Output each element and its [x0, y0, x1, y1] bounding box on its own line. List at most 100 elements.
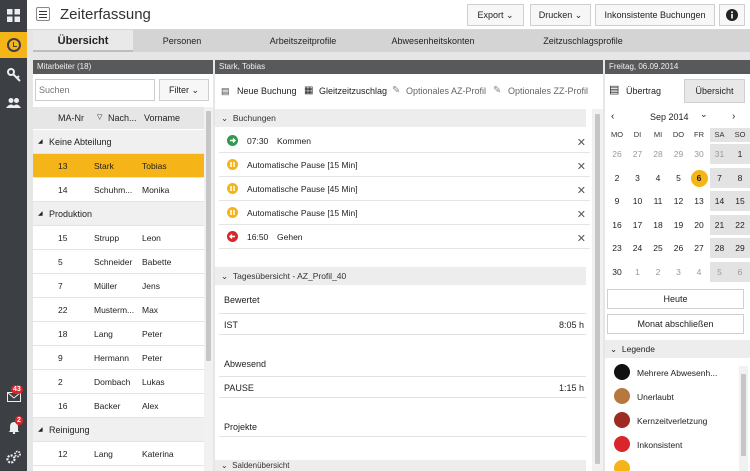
day-cell[interactable]: 24 [628, 238, 648, 258]
day-cell[interactable]: 10 [628, 191, 648, 211]
collapse-icon[interactable]: ◢ [38, 138, 43, 145]
day-cell[interactable]: 2 [648, 262, 668, 282]
optional-zz-profile-button[interactable]: Optionales ZZ-Profil [508, 86, 588, 96]
info-button[interactable] [719, 4, 745, 26]
day-cell[interactable]: 16 [607, 215, 627, 235]
booking-scrollbar[interactable] [592, 109, 603, 471]
tab-uebersicht[interactable]: Übersicht [33, 30, 133, 52]
day-cell[interactable]: 29 [669, 144, 689, 164]
bookings-section[interactable]: ⌄ Buchungen [215, 109, 586, 127]
employee-scrollbar[interactable] [204, 107, 213, 471]
day-cell[interactable]: 8 [730, 167, 750, 188]
day-summary-section[interactable]: ⌄ Tagesübersicht - AZ_Profil_40 [215, 267, 586, 285]
gears-icon[interactable] [0, 444, 27, 470]
delete-icon[interactable]: ✕ [577, 208, 586, 221]
day-cell[interactable]: 15 [730, 191, 750, 211]
day-cell[interactable]: 3 [628, 168, 648, 188]
day-cell[interactable]: 27 [689, 238, 709, 258]
legend-section[interactable]: ⌄ Legende [605, 340, 750, 358]
delete-icon[interactable]: ✕ [577, 160, 586, 173]
day-cell[interactable]: 7 [709, 167, 730, 188]
close-month-button[interactable]: Monat abschließen [607, 314, 744, 334]
search-input[interactable] [35, 79, 155, 101]
employee-row[interactable]: 13 Stark Tobias [33, 154, 204, 178]
tab-personen[interactable]: Personen [148, 30, 216, 52]
employee-row[interactable]: 15 Strupp Leon [33, 226, 204, 250]
day-cell[interactable]: 13 [689, 191, 709, 211]
optional-az-profile-button[interactable]: Optionales AZ-Profil [406, 86, 486, 96]
day-cell[interactable]: 20 [689, 215, 709, 235]
day-cell[interactable]: 5 [709, 261, 730, 282]
scroll-thumb[interactable] [206, 111, 211, 361]
day-cell[interactable]: 17 [628, 215, 648, 235]
day-cell[interactable]: 26 [607, 144, 627, 164]
next-month-icon[interactable]: › [732, 111, 735, 122]
chevron-down-icon[interactable]: ⌄ [700, 109, 708, 120]
export-button[interactable]: Export ⌄ [467, 4, 524, 26]
delete-icon[interactable]: ✕ [577, 184, 586, 197]
day-cell[interactable]: 31 [709, 144, 730, 164]
legend-scrollbar[interactable] [739, 366, 748, 471]
day-cell[interactable]: 2 [607, 168, 627, 188]
day-cell[interactable]: 11 [648, 191, 668, 211]
day-cell[interactable]: 4 [689, 262, 709, 282]
scroll-thumb[interactable] [741, 374, 746, 456]
scroll-thumb[interactable] [595, 114, 600, 464]
saldo-section[interactable]: ⌄ Saldenübersicht [215, 460, 586, 471]
day-cell[interactable]: 12 [669, 191, 689, 211]
employee-row[interactable]: 16 Backer Alex [33, 394, 204, 418]
collapse-icon[interactable]: ◢ [38, 210, 43, 217]
new-booking-button[interactable]: Neue Buchung [237, 86, 297, 96]
day-cell[interactable]: 18 [648, 215, 668, 235]
mail-icon[interactable]: 43 [0, 384, 27, 410]
menu-icon[interactable] [36, 7, 50, 21]
group-row[interactable]: ◢ Reinigung [33, 418, 204, 442]
day-cell[interactable]: 21 [709, 214, 730, 235]
group-row[interactable]: ◢ Keine Abteilung [33, 130, 204, 154]
print-button[interactable]: Drucken ⌄ [530, 4, 591, 26]
employee-row[interactable]: 22 Musterm... Max [33, 298, 204, 322]
collapse-icon[interactable]: ◢ [38, 426, 43, 433]
day-cell[interactable]: 9 [607, 191, 627, 211]
group-row[interactable]: ◢ Produktion [33, 202, 204, 226]
day-cell[interactable]: 29 [730, 238, 750, 258]
clock-icon[interactable] [0, 32, 27, 58]
employee-row[interactable]: 12 Lang Katerina [33, 442, 204, 466]
employee-row[interactable]: 2 Dombach Lukas [33, 370, 204, 394]
inconsistent-bookings-button[interactable]: Inkonsistente Buchungen [595, 4, 715, 26]
flex-time-button[interactable]: Gleitzeitzuschlag [319, 86, 387, 96]
prev-month-icon[interactable]: ‹ [611, 111, 614, 122]
bell-icon[interactable]: 2 [0, 414, 27, 440]
col-vorname[interactable]: Vorname [144, 113, 180, 123]
users-icon[interactable] [0, 90, 27, 116]
day-cell[interactable]: 4 [648, 168, 668, 188]
day-cell[interactable]: 23 [607, 238, 627, 258]
employee-row[interactable]: 7 Müller Jens [33, 274, 204, 298]
col-name[interactable]: Nach... [108, 113, 137, 123]
employee-row[interactable]: 5 Schneider Babette [33, 250, 204, 274]
booking-row[interactable]: Automatische Pause [45 Min] ✕ [219, 177, 590, 201]
today-button[interactable]: Heute [607, 289, 744, 309]
employee-row[interactable]: 9 Hermann Peter [33, 346, 204, 370]
day-cell[interactable]: 26 [669, 238, 689, 258]
filter-button[interactable]: Filter ⌄ [159, 79, 209, 101]
col-nr[interactable]: MA-Nr [58, 113, 84, 123]
tab-arbeitszeitprofile[interactable]: Arbeitszeitprofile [253, 30, 353, 52]
day-cell[interactable]: 19 [669, 215, 689, 235]
employee-row[interactable]: 18 Lang Peter [33, 322, 204, 346]
day-cell[interactable]: 5 [669, 168, 689, 188]
delete-icon[interactable]: ✕ [577, 232, 586, 245]
sort-icon[interactable]: ▽ [97, 113, 102, 121]
employee-row[interactable]: 14 Schuhm... Monika [33, 178, 204, 202]
day-cell[interactable]: 1 [730, 144, 750, 164]
dashboard-icon[interactable] [0, 2, 27, 28]
day-cell[interactable]: 27 [628, 144, 648, 164]
booking-row[interactable]: 07:30 Kommen ✕ [219, 129, 590, 153]
booking-row[interactable]: Automatische Pause [15 Min] ✕ [219, 201, 590, 225]
day-cell[interactable]: 3 [669, 262, 689, 282]
booking-row[interactable]: Automatische Pause [15 Min] ✕ [219, 153, 590, 177]
day-cell[interactable]: 14 [709, 191, 730, 211]
day-cell[interactable]: 1 [628, 262, 648, 282]
tab-zeitzuschlagsprofile[interactable]: Zeitzuschlagsprofile [523, 30, 643, 52]
day-cell[interactable]: 30 [607, 262, 627, 282]
